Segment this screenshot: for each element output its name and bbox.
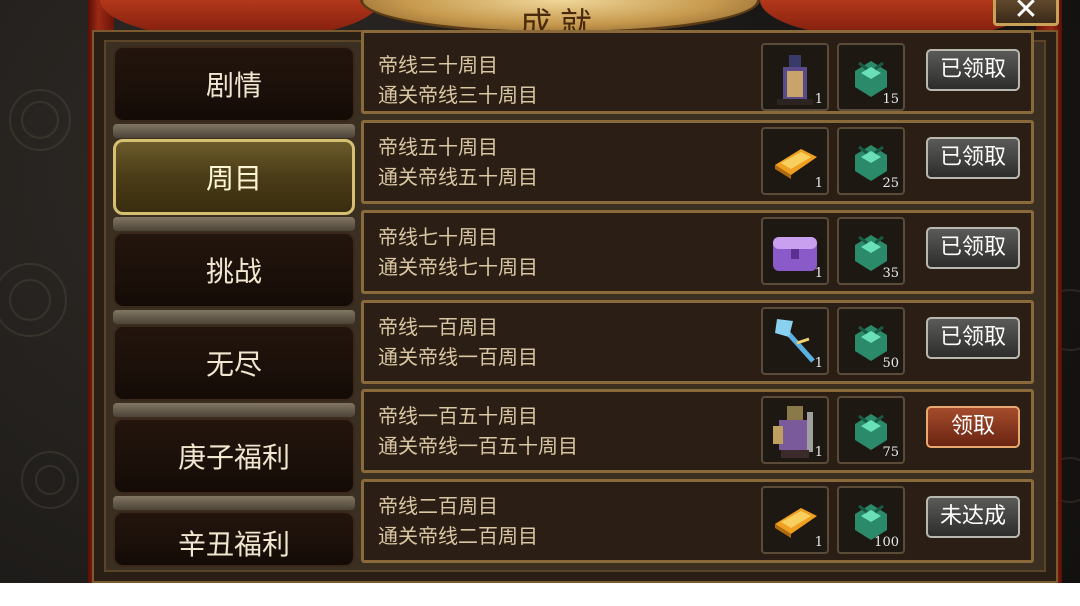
achievement-title: 帝线一百周目	[378, 315, 498, 339]
achievement-desc: 通关帝线一百周目	[378, 345, 538, 369]
reward-slot[interactable]: 15	[837, 43, 905, 111]
reward-slot[interactable]: 75	[837, 396, 905, 464]
tab-endless[interactable]: 无尽	[113, 325, 355, 401]
tab-divider	[113, 310, 355, 324]
reward-quantity: 1	[814, 92, 823, 107]
reward-quantity: 1	[814, 356, 823, 371]
claimed-button[interactable]: 已领取	[926, 137, 1020, 179]
tab-label: 辛丑福利	[177, 528, 290, 561]
reward-quantity: 1	[814, 445, 823, 460]
reward-quantity: 100	[874, 535, 899, 550]
achievement-title: 帝线一百五十周目	[378, 404, 538, 428]
reward-quantity: 75	[882, 445, 899, 460]
reward-slot[interactable]: 35	[837, 217, 905, 285]
tab-divider	[113, 217, 355, 231]
achievement-row: 帝线五十周目 通关帝线五十周目 1 25 已领取	[361, 120, 1034, 204]
claimed-button[interactable]: 已领取	[926, 227, 1020, 269]
tab-label: 周目	[205, 162, 262, 195]
achievement-title: 帝线七十周目	[378, 225, 498, 249]
tab-label: 剧情	[205, 69, 262, 102]
reward-quantity: 1	[814, 176, 823, 191]
tab-label: 庚子福利	[177, 441, 290, 474]
reward-slot[interactable]: 1	[761, 307, 829, 375]
achievement-desc: 通关帝线二百周目	[378, 524, 538, 548]
reward-slot[interactable]: 1	[761, 396, 829, 464]
achievement-row: 帝线七十周目 通关帝线七十周目 1 35 已领取	[361, 210, 1034, 294]
achievement-title: 帝线二百周目	[378, 494, 498, 518]
reward-quantity: 50	[882, 356, 899, 371]
reward-quantity: 1	[814, 535, 823, 550]
tab-challenge[interactable]: 挑战	[113, 232, 355, 308]
achievement-desc: 通关帝线三十周目	[378, 83, 538, 107]
tab-xinchou-welfare[interactable]: 辛丑福利	[113, 511, 355, 567]
reward-slot[interactable]: 1	[761, 43, 829, 111]
achievement-title: 帝线三十周目	[378, 53, 498, 77]
reward-quantity: 25	[882, 176, 899, 191]
achievement-desc: 通关帝线七十周目	[378, 255, 538, 279]
reward-slot[interactable]: 50	[837, 307, 905, 375]
reward-slot[interactable]: 1	[761, 217, 829, 285]
reward-quantity: 1	[814, 266, 823, 281]
reward-slot[interactable]: 25	[837, 127, 905, 195]
not-achieved-button[interactable]: 未达成	[926, 496, 1020, 538]
reward-quantity: 35	[882, 266, 899, 281]
achievement-row: 帝线一百五十周目 通关帝线一百五十周目 1 75 领取	[361, 389, 1034, 473]
close-button[interactable]: ✕	[993, 0, 1059, 26]
achievement-desc: 通关帝线一百五十周目	[378, 434, 578, 458]
tab-playthrough[interactable]: 周目	[113, 139, 355, 215]
reward-slot[interactable]: 1	[761, 127, 829, 195]
claim-button[interactable]: 领取	[926, 406, 1020, 448]
achievement-row: 帝线三十周目 通关帝线三十周目 1 15 已领取	[361, 30, 1034, 114]
tab-label: 无尽	[205, 348, 262, 381]
game-scene: 成就 ✕ 剧情 周目 挑战 无尽 庚子福利 辛丑福利 帝线三十周目 通关帝线三十…	[0, 0, 1080, 583]
reward-slot[interactable]: 1	[761, 486, 829, 554]
tab-label: 挑战	[205, 255, 262, 288]
close-icon: ✕	[1013, 0, 1039, 27]
claimed-button[interactable]: 已领取	[926, 49, 1020, 91]
achievement-row: 帝线二百周目 通关帝线二百周目 1 100 未达成	[361, 479, 1034, 563]
reward-slot[interactable]: 100	[837, 486, 905, 554]
tab-divider	[113, 403, 355, 417]
tab-divider	[113, 496, 355, 510]
achievement-row: 帝线一百周目 通关帝线一百周目 1 50 已领取	[361, 300, 1034, 384]
claimed-button[interactable]: 已领取	[926, 317, 1020, 359]
tab-gengzi-welfare[interactable]: 庚子福利	[113, 418, 355, 494]
achievement-desc: 通关帝线五十周目	[378, 165, 538, 189]
tab-story[interactable]: 剧情	[113, 46, 355, 122]
tab-divider	[113, 124, 355, 138]
achievement-title: 帝线五十周目	[378, 135, 498, 159]
reward-quantity: 15	[882, 92, 899, 107]
